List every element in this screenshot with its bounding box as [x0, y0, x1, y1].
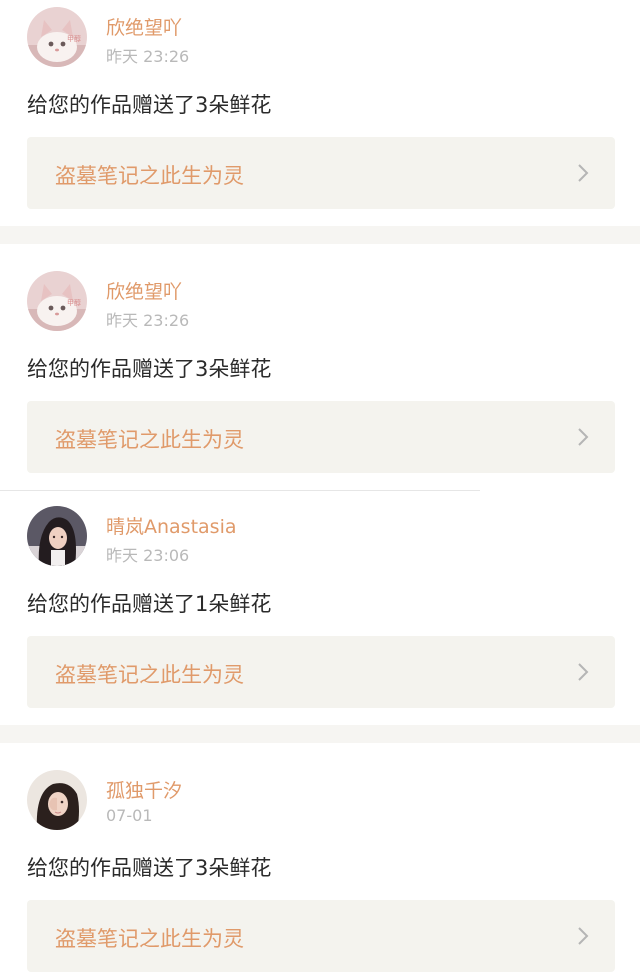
username[interactable]: 晴岚Anastasia	[106, 512, 237, 539]
chevron-right-icon	[578, 927, 589, 945]
work-title: 盗墓笔记之此生为灵	[55, 428, 244, 452]
kitten-avatar-image: 甲醇	[27, 7, 87, 67]
notification-item: 晴岚Anastasia 昨天 23:06 给您的作品赠送了1朵鲜花 盗墓笔记之此…	[0, 491, 640, 725]
svg-text:甲醇: 甲醇	[67, 298, 81, 307]
notification-feed: 甲醇 欣绝望吖 昨天 23:26 给您的作品赠送了3朵鲜花 盗墓笔记之此生为灵	[0, 0, 640, 976]
gift-message: 给您的作品赠送了3朵鲜花	[27, 93, 272, 117]
notification-item: 甲醇 欣绝望吖 昨天 23:26 给您的作品赠送了3朵鲜花 盗墓笔记之此生为灵	[0, 244, 640, 490]
work-title: 盗墓笔记之此生为灵	[55, 927, 244, 951]
timestamp: 07-01	[106, 806, 153, 825]
kitten-avatar-image: 甲醇	[27, 271, 87, 331]
svg-text:甲醇: 甲醇	[67, 34, 81, 43]
section-separator	[0, 226, 640, 244]
timestamp: 昨天 23:26	[106, 47, 190, 66]
girl-avatar[interactable]	[27, 770, 87, 830]
work-link[interactable]: 盗墓笔记之此生为灵	[27, 900, 615, 972]
username[interactable]: 欣绝望吖	[106, 13, 182, 40]
notification-item: 孤独千汐 07-01 给您的作品赠送了3朵鲜花 盗墓笔记之此生为灵	[0, 743, 640, 976]
work-link[interactable]: 盗墓笔记之此生为灵	[27, 636, 615, 708]
work-link[interactable]: 盗墓笔记之此生为灵	[27, 401, 615, 473]
chevron-right-icon	[578, 663, 589, 681]
girl-avatar-image	[27, 770, 87, 830]
work-link[interactable]: 盗墓笔记之此生为灵	[27, 137, 615, 209]
timestamp: 昨天 23:26	[106, 311, 190, 330]
timestamp: 昨天 23:06	[106, 546, 190, 565]
work-title: 盗墓笔记之此生为灵	[55, 164, 244, 188]
username[interactable]: 欣绝望吖	[106, 277, 182, 304]
chevron-right-icon	[578, 428, 589, 446]
notification-item: 甲醇 欣绝望吖 昨天 23:26 给您的作品赠送了3朵鲜花 盗墓笔记之此生为灵	[0, 0, 640, 226]
username[interactable]: 孤独千汐	[106, 776, 182, 803]
work-title: 盗墓笔记之此生为灵	[55, 663, 244, 687]
chevron-right-icon	[578, 164, 589, 182]
kitten-avatar[interactable]: 甲醇	[27, 7, 87, 67]
gift-message: 给您的作品赠送了3朵鲜花	[27, 856, 272, 880]
kitten-avatar[interactable]: 甲醇	[27, 271, 87, 331]
gift-message: 给您的作品赠送了1朵鲜花	[27, 592, 272, 616]
gift-message: 给您的作品赠送了3朵鲜花	[27, 357, 272, 381]
girl-avatar-image	[27, 506, 87, 566]
girl-avatar[interactable]	[27, 506, 87, 566]
section-separator	[0, 725, 640, 743]
